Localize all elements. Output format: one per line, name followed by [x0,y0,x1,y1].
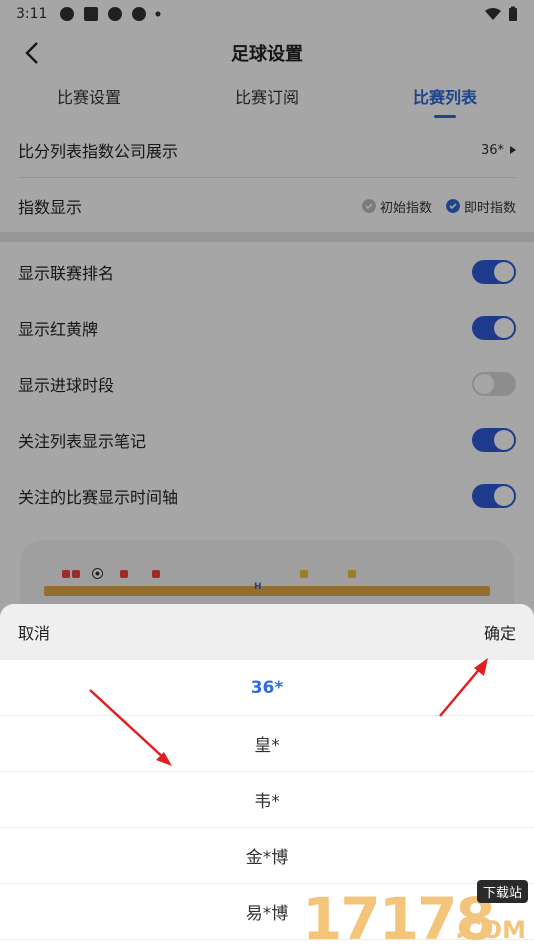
annotation-arrow-icon [439,658,488,717]
picker-header: 取消 确定 [0,604,534,660]
picker-option[interactable]: 金*博 [0,828,534,884]
confirm-button[interactable]: 确定 [484,620,516,644]
annotation-arrow-icon [89,689,172,766]
watermark-tag: 下载站 [476,880,528,903]
picker-option[interactable]: 皇* [0,716,534,772]
cancel-button[interactable]: 取消 [18,620,50,644]
watermark-com: .COM [454,916,526,944]
picker-option[interactable]: 韦* [0,772,534,828]
watermark-logo: 17178 下载站 .COM [302,880,530,948]
